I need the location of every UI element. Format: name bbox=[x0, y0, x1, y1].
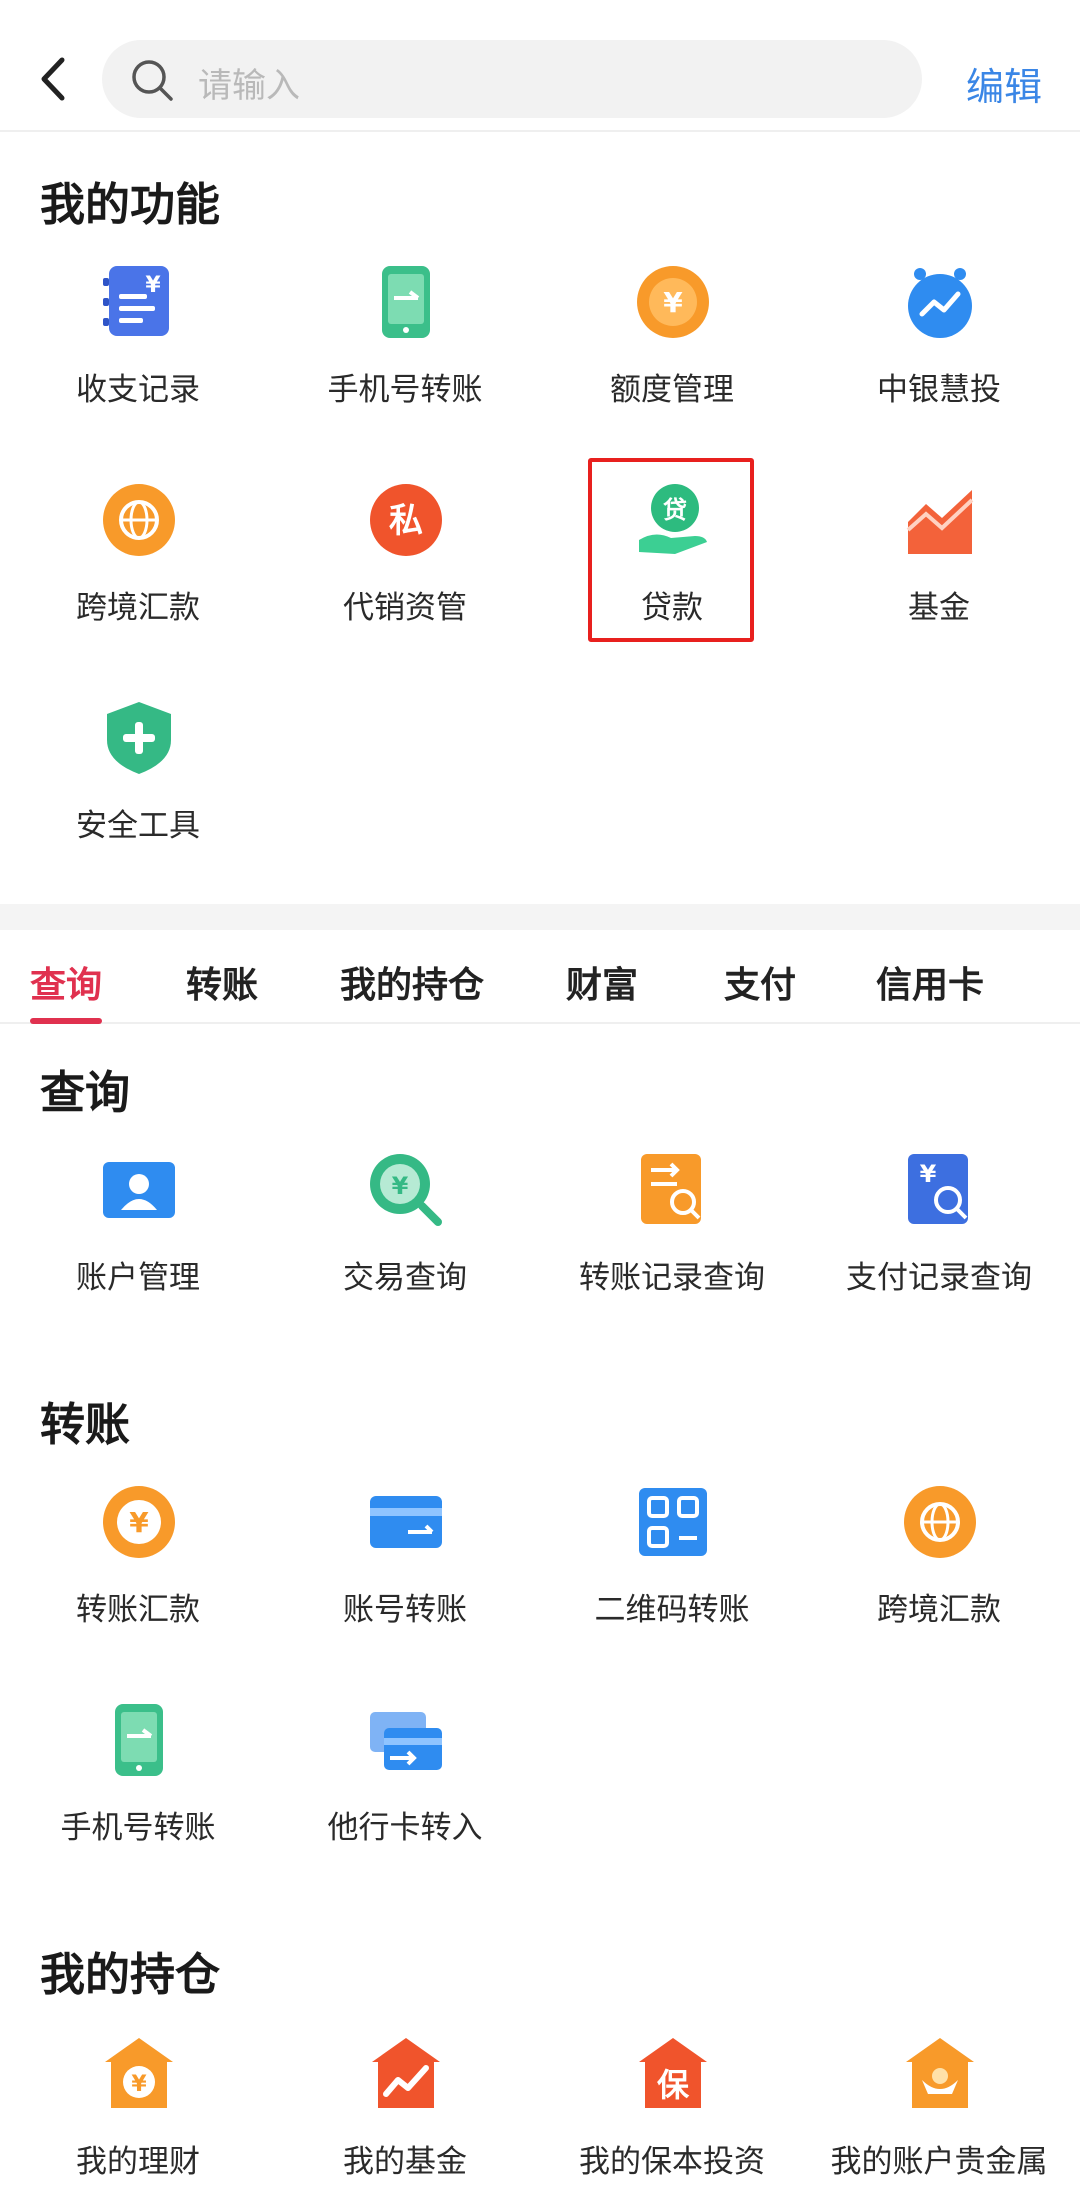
account-card-icon bbox=[103, 1162, 175, 1218]
item-label: 他行卡转入 bbox=[327, 1810, 483, 1846]
house-bao-icon: 保 bbox=[639, 2038, 707, 2108]
svg-text:私: 私 bbox=[389, 501, 423, 541]
query-item-payment-record-query[interactable]: ¥ 支付记录查询 bbox=[804, 1152, 1074, 1352]
transfer-item-account-transfer[interactable]: 账号转账 bbox=[270, 1484, 540, 1684]
function-item-fund[interactable]: 基金 bbox=[804, 482, 1074, 682]
cards-in-icon bbox=[370, 1712, 442, 1770]
holdings-item-my-account-precious-metals[interactable]: 我的账户贵金属 bbox=[804, 2036, 1074, 2206]
tab-my-holdings[interactable]: 我的持仓 bbox=[340, 956, 484, 1008]
item-label: 基金 bbox=[908, 590, 970, 626]
transfer-item-phone-transfer[interactable]: 手机号转账 bbox=[3, 1702, 273, 1902]
item-label: 跨境汇款 bbox=[877, 1592, 1001, 1628]
section-title-query: 查询 bbox=[40, 1066, 131, 1119]
top-bar: 请输入 编辑 bbox=[0, 0, 1080, 132]
svg-text:保: 保 bbox=[657, 2066, 690, 2104]
globe-coin-icon bbox=[904, 1486, 976, 1558]
function-item-income-expense[interactable]: ¥ 收支记录 bbox=[3, 264, 273, 464]
section-divider bbox=[0, 904, 1080, 930]
query-item-account-management[interactable]: 账户管理 bbox=[3, 1152, 273, 1352]
function-item-cross-border-remit[interactable]: 跨境汇款 bbox=[3, 482, 273, 682]
item-label: 账号转账 bbox=[343, 1592, 467, 1628]
yuan-search-icon: ¥ bbox=[370, 1154, 442, 1226]
loan-highlight-box bbox=[588, 458, 754, 642]
globe-coin-icon bbox=[103, 484, 175, 556]
search-icon bbox=[132, 60, 173, 101]
tab-payment[interactable]: 支付 bbox=[724, 956, 796, 1008]
item-label: 收支记录 bbox=[76, 372, 200, 408]
svg-text:¥: ¥ bbox=[392, 1172, 409, 1200]
item-label: 我的保本投资 bbox=[579, 2144, 765, 2180]
item-label: 手机号转账 bbox=[327, 372, 483, 408]
tab-query[interactable]: 查询 bbox=[30, 956, 102, 1008]
item-label: 账户管理 bbox=[76, 1260, 200, 1296]
function-item-limit-management[interactable]: ¥ 额度管理 bbox=[537, 264, 807, 464]
ledger-icon: ¥ bbox=[103, 266, 169, 336]
transfer-item-qr-transfer[interactable]: 二维码转账 bbox=[537, 1484, 807, 1684]
tab-transfer[interactable]: 转账 bbox=[186, 956, 258, 1008]
holdings-item-my-fund[interactable]: 我的基金 bbox=[270, 2036, 540, 2206]
category-tabs: 查询 转账 我的持仓 财富 支付 信用卡 bbox=[0, 930, 1080, 1024]
yuan-coin-icon: ¥ bbox=[637, 266, 709, 338]
edit-button[interactable]: 编辑 bbox=[966, 56, 1042, 111]
tab-wealth[interactable]: 财富 bbox=[566, 956, 638, 1008]
tab-credit-card[interactable]: 信用卡 bbox=[876, 956, 984, 1008]
function-item-agency-asset-mgmt[interactable]: 私 代销资管 bbox=[270, 482, 540, 682]
card-transfer-icon bbox=[370, 1496, 442, 1548]
svg-text:¥: ¥ bbox=[663, 286, 683, 319]
query-item-transaction-query[interactable]: ¥ 交易查询 bbox=[270, 1152, 540, 1352]
transfer-item-other-bank-card-in[interactable]: 他行卡转入 bbox=[270, 1702, 540, 1902]
item-label: 支付记录查询 bbox=[846, 1260, 1032, 1296]
item-label: 跨境汇款 bbox=[76, 590, 200, 626]
item-label: 代销资管 bbox=[343, 590, 467, 626]
transfer-item-cross-border-remit[interactable]: 跨境汇款 bbox=[804, 1484, 1074, 1684]
tab-active-indicator bbox=[30, 1018, 102, 1024]
holdings-item-my-guaranteed-investment[interactable]: 保 我的保本投资 bbox=[537, 2036, 807, 2206]
svg-text:¥: ¥ bbox=[131, 2072, 147, 2097]
svg-text:¥: ¥ bbox=[129, 1506, 149, 1539]
house-gold-icon bbox=[906, 2038, 974, 2108]
item-label: 安全工具 bbox=[76, 808, 200, 844]
item-label: 额度管理 bbox=[610, 372, 734, 408]
item-label: 中银慧投 bbox=[877, 372, 1001, 408]
item-label: 交易查询 bbox=[343, 1260, 467, 1296]
item-label: 手机号转账 bbox=[60, 1810, 216, 1846]
house-chart-icon bbox=[372, 2038, 440, 2108]
item-label: 转账汇款 bbox=[76, 1592, 200, 1628]
section-title-my-holdings: 我的持仓 bbox=[40, 1948, 221, 2001]
section-title-my-functions: 我的功能 bbox=[40, 178, 221, 231]
transfer-item-remit[interactable]: ¥ 转账汇款 bbox=[3, 1484, 273, 1684]
svg-text:¥: ¥ bbox=[145, 273, 161, 298]
item-label: 我的基金 bbox=[343, 2144, 467, 2180]
item-label: 我的账户贵金属 bbox=[830, 2144, 1048, 2180]
section-title-transfer: 转账 bbox=[40, 1398, 131, 1451]
shield-plus-icon bbox=[107, 702, 171, 774]
search-placeholder: 请输入 bbox=[198, 66, 300, 106]
function-item-phone-transfer[interactable]: 手机号转账 bbox=[270, 264, 540, 464]
item-label: 二维码转账 bbox=[594, 1592, 750, 1628]
search-input[interactable]: 请输入 bbox=[102, 40, 922, 118]
payment-record-search-icon: ¥ bbox=[908, 1154, 968, 1224]
svg-text:¥: ¥ bbox=[920, 1160, 937, 1188]
phone-transfer-icon bbox=[115, 1704, 163, 1776]
house-yuan-icon: ¥ bbox=[105, 2038, 173, 2108]
fund-chart-icon bbox=[906, 490, 974, 554]
function-item-boc-smart-invest[interactable]: 中银慧投 bbox=[804, 264, 1074, 464]
holdings-item-my-wealth[interactable]: ¥ 我的理财 bbox=[3, 2036, 273, 2206]
private-badge-icon: 私 bbox=[370, 484, 442, 556]
function-item-security-tools[interactable]: 安全工具 bbox=[3, 700, 273, 900]
transfer-record-search-icon bbox=[641, 1154, 701, 1224]
back-arrow-icon[interactable] bbox=[34, 52, 74, 106]
item-label: 转账记录查询 bbox=[579, 1260, 765, 1296]
yuan-coin-icon: ¥ bbox=[103, 1486, 175, 1558]
phone-transfer-icon bbox=[382, 266, 430, 338]
item-label: 我的理财 bbox=[76, 2144, 200, 2180]
qr-transfer-icon bbox=[639, 1488, 707, 1556]
query-item-transfer-record-query[interactable]: 转账记录查询 bbox=[537, 1152, 807, 1352]
robot-invest-icon bbox=[908, 268, 972, 338]
